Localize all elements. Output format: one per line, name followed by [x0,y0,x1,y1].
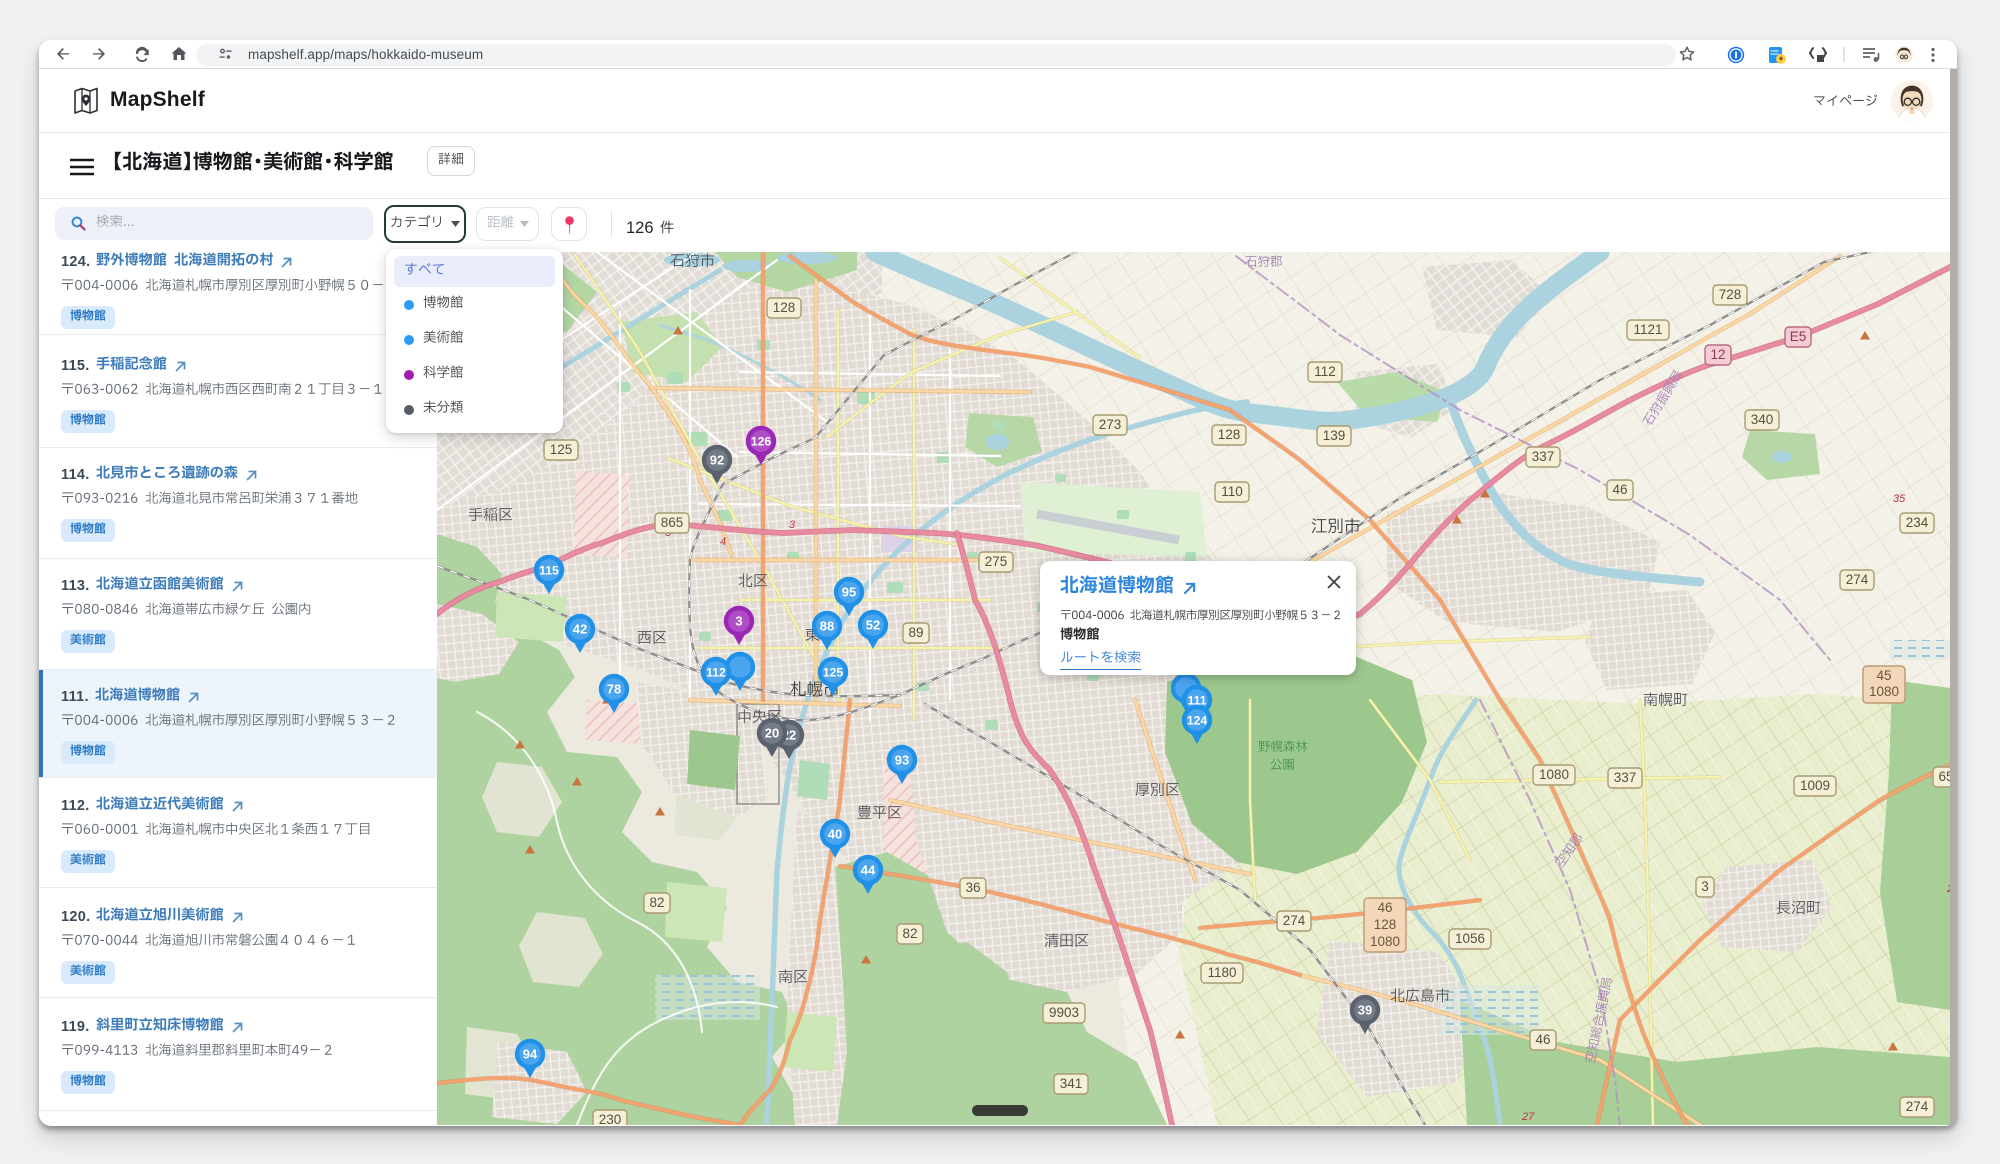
svg-text:1180: 1180 [1207,965,1236,980]
svg-text:93: 93 [895,753,909,768]
svg-text:3: 3 [1701,879,1709,894]
svg-text:341: 341 [1060,1076,1083,1091]
svg-text:128: 128 [1218,427,1241,442]
svg-text:35: 35 [1893,493,1906,505]
svg-text:234: 234 [1906,515,1929,530]
svg-text:124: 124 [1187,714,1208,728]
svg-text:20: 20 [765,726,779,741]
svg-text:3: 3 [735,614,742,629]
svg-text:274: 274 [1846,572,1869,587]
svg-text:128: 128 [773,300,796,315]
svg-text:273: 273 [1099,417,1122,432]
svg-text:44: 44 [861,863,876,878]
svg-text:1121: 1121 [1633,322,1662,337]
svg-text:274: 274 [1906,1099,1929,1114]
svg-text:82: 82 [649,895,664,910]
svg-text:340: 340 [1751,412,1774,427]
svg-text:40: 40 [828,827,842,842]
svg-text:39: 39 [1358,1003,1372,1018]
svg-text:337: 337 [1532,449,1555,464]
svg-text:27: 27 [1521,1111,1535,1123]
svg-text:95: 95 [842,585,856,600]
svg-text:126: 126 [751,435,772,449]
svg-text:112: 112 [706,666,726,680]
svg-text:128: 128 [1374,917,1397,932]
svg-text:46: 46 [1612,482,1627,497]
svg-text:88: 88 [820,619,834,634]
svg-text:52: 52 [866,618,880,633]
svg-text:125: 125 [823,666,844,680]
svg-text:46: 46 [1535,1032,1550,1047]
svg-text:274: 274 [1283,913,1306,928]
svg-text:1056: 1056 [1455,931,1485,946]
svg-text:1009: 1009 [1800,778,1830,793]
svg-text:865: 865 [661,515,684,530]
svg-text:12: 12 [1710,347,1725,362]
svg-text:1080: 1080 [1869,684,1899,699]
svg-text:115: 115 [539,564,559,578]
svg-text:36: 36 [965,880,980,895]
svg-text:1080: 1080 [1370,934,1400,949]
svg-text:230: 230 [599,1112,622,1125]
svg-text:139: 139 [1323,428,1346,443]
svg-text:9903: 9903 [1049,1005,1079,1020]
svg-text:125: 125 [550,442,573,457]
svg-text:89: 89 [908,625,923,640]
svg-text:112: 112 [1314,364,1336,379]
svg-text:42: 42 [573,622,587,637]
svg-text:82: 82 [902,926,917,941]
svg-text:46: 46 [1377,900,1392,915]
svg-text:E5: E5 [1790,329,1807,344]
svg-text:4: 4 [720,536,726,548]
svg-text:1080: 1080 [1539,767,1569,782]
svg-text:3: 3 [789,519,796,531]
svg-text:94: 94 [523,1047,538,1062]
svg-text:65: 65 [1938,769,1950,784]
svg-text:110: 110 [1221,484,1243,499]
svg-text:728: 728 [1719,287,1742,302]
svg-text:45: 45 [1876,668,1891,683]
svg-text:92: 92 [710,453,724,468]
svg-text:275: 275 [985,554,1008,569]
svg-text:337: 337 [1614,770,1637,785]
svg-text:78: 78 [607,682,621,697]
